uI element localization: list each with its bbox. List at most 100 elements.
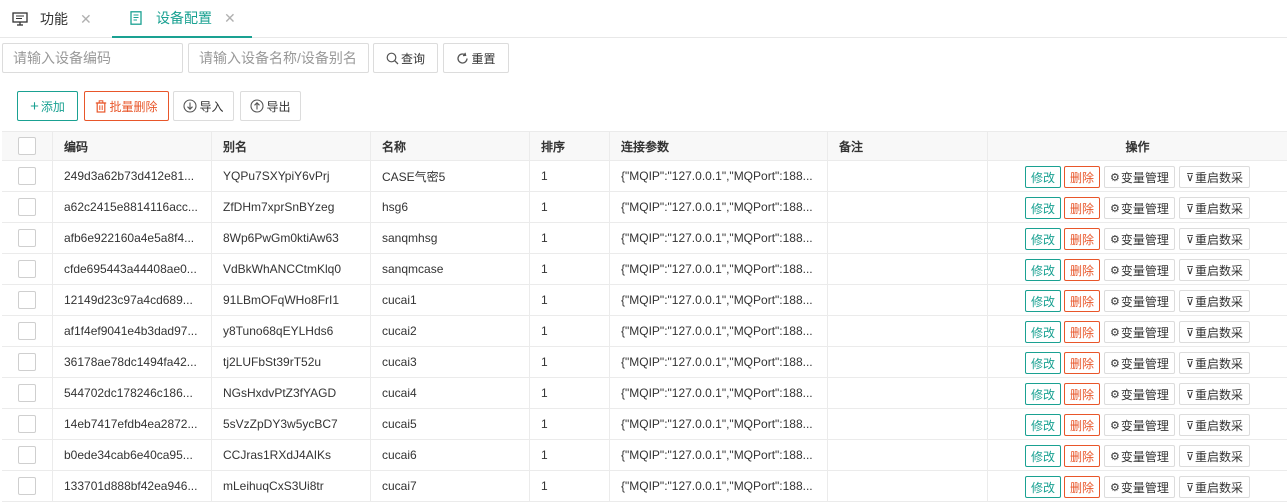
delete-button[interactable]: 删除 — [1064, 383, 1100, 405]
row-checkbox[interactable] — [18, 353, 36, 371]
table-row[interactable]: 249d3a62b73d412e81... YQPu7SXYpiY6vPrj C… — [2, 161, 1287, 192]
device-name-input[interactable] — [188, 43, 369, 73]
table-row[interactable]: afb6e922160a4e5a8f4... 8Wp6PwGm0ktiAw63 … — [2, 223, 1287, 254]
restart-collect-button[interactable]: ⊽ 重启数采 — [1179, 352, 1250, 374]
delete-button[interactable]: 删除 — [1064, 445, 1100, 467]
row-actions: 修改 删除 ⚙ 变量管理 ⊽ 重启数采 — [988, 409, 1287, 439]
table-row[interactable]: 544702dc178246c186... NGsHxdvPtZ3fYAGD c… — [2, 378, 1287, 409]
edit-button[interactable]: 修改 — [1025, 445, 1061, 467]
restart-collect-label: 重启数采 — [1195, 201, 1244, 216]
variable-manage-button[interactable]: ⚙ 变量管理 — [1104, 166, 1175, 188]
variable-manage-button[interactable]: ⚙ 变量管理 — [1104, 321, 1175, 343]
cell-alias: ZfDHm7xprSnBYzeg — [212, 192, 371, 222]
edit-button[interactable]: 修改 — [1025, 414, 1061, 436]
restart-collect-button[interactable]: ⊽ 重启数采 — [1179, 197, 1250, 219]
header-code[interactable]: 编码 — [53, 132, 212, 160]
row-checkbox[interactable] — [18, 198, 36, 216]
restart-collect-button[interactable]: ⊽ 重启数采 — [1179, 166, 1250, 188]
query-button[interactable]: 查询 — [373, 43, 438, 73]
delete-button[interactable]: 删除 — [1064, 414, 1100, 436]
row-checkbox[interactable] — [18, 260, 36, 278]
row-checkbox[interactable] — [18, 167, 36, 185]
table-row[interactable]: a62c2415e8814116acc... ZfDHm7xprSnBYzeg … — [2, 192, 1287, 223]
row-checkbox[interactable] — [18, 229, 36, 247]
restart-collect-button[interactable]: ⊽ 重启数采 — [1179, 476, 1250, 498]
tab-functions[interactable]: 功能 ✕ — [12, 0, 92, 38]
edit-button[interactable]: 修改 — [1025, 352, 1061, 374]
row-checkbox[interactable] — [18, 291, 36, 309]
row-checkbox[interactable] — [18, 415, 36, 433]
device-code-input[interactable] — [2, 43, 183, 73]
close-icon[interactable]: ✕ — [80, 11, 92, 28]
filter-icon: ⊽ — [1185, 450, 1195, 463]
header-order[interactable]: 排序 — [530, 132, 610, 160]
import-button[interactable]: 导入 — [173, 91, 234, 121]
edit-button[interactable]: 修改 — [1025, 290, 1061, 312]
edit-button[interactable]: 修改 — [1025, 197, 1061, 219]
variable-manage-button[interactable]: ⚙ 变量管理 — [1104, 476, 1175, 498]
cell-code: 14eb7417efdb4ea2872... — [53, 409, 212, 439]
edit-button[interactable]: 修改 — [1025, 166, 1061, 188]
select-all-checkbox[interactable] — [18, 137, 36, 155]
edit-button[interactable]: 修改 — [1025, 228, 1061, 250]
delete-button[interactable]: 删除 — [1064, 476, 1100, 498]
row-checkbox[interactable] — [18, 446, 36, 464]
table-row[interactable]: b0ede34cab6e40ca95... CCJras1RXdJ4AIKs c… — [2, 440, 1287, 471]
restart-collect-button[interactable]: ⊽ 重启数采 — [1179, 321, 1250, 343]
variable-manage-button[interactable]: ⚙ 变量管理 — [1104, 383, 1175, 405]
delete-button[interactable]: 删除 — [1064, 166, 1100, 188]
table-row[interactable]: 14eb7417efdb4ea2872... 5sVzZpDY3w5ycBC7 … — [2, 409, 1287, 440]
header-alias[interactable]: 别名 — [212, 132, 371, 160]
restart-collect-button[interactable]: ⊽ 重启数采 — [1179, 290, 1250, 312]
edit-button[interactable]: 修改 — [1025, 476, 1061, 498]
edit-button[interactable]: 修改 — [1025, 321, 1061, 343]
restart-collect-button[interactable]: ⊽ 重启数采 — [1179, 414, 1250, 436]
delete-button[interactable]: 删除 — [1064, 290, 1100, 312]
export-button[interactable]: 导出 — [240, 91, 301, 121]
edit-button[interactable]: 修改 — [1025, 259, 1061, 281]
variable-manage-button[interactable]: ⚙ 变量管理 — [1104, 228, 1175, 250]
delete-button[interactable]: 删除 — [1064, 197, 1100, 219]
delete-button[interactable]: 删除 — [1064, 352, 1100, 374]
restart-collect-button[interactable]: ⊽ 重启数采 — [1179, 228, 1250, 250]
table-row[interactable]: 36178ae78dc1494fa42... tj2LUFbSt39rT52u … — [2, 347, 1287, 378]
variable-manage-button[interactable]: ⚙ 变量管理 — [1104, 352, 1175, 374]
filter-icon: ⊽ — [1185, 233, 1195, 246]
table-row[interactable]: 12149d23c97a4cd689... 91LBmOFqWHo8FrI1 c… — [2, 285, 1287, 316]
cell-order: 1 — [530, 347, 610, 377]
close-icon[interactable]: ✕ — [224, 10, 236, 27]
row-checkbox[interactable] — [18, 322, 36, 340]
gear-icon: ⚙ — [1110, 481, 1120, 494]
row-checkbox[interactable] — [18, 477, 36, 495]
variable-manage-button[interactable]: ⚙ 变量管理 — [1104, 259, 1175, 281]
restart-collect-button[interactable]: ⊽ 重启数采 — [1179, 383, 1250, 405]
variable-manage-button[interactable]: ⚙ 变量管理 — [1104, 445, 1175, 467]
add-button[interactable]: + 添加 — [17, 91, 78, 121]
header-name[interactable]: 名称 — [371, 132, 530, 160]
header-remark[interactable]: 备注 — [828, 132, 988, 160]
delete-button[interactable]: 删除 — [1064, 321, 1100, 343]
table-row[interactable]: af1f4ef9041e4b3dad97... y8Tuno68qEYLHds6… — [2, 316, 1287, 347]
tab-device-config[interactable]: 设备配置 ✕ — [112, 0, 252, 38]
variable-manage-label: 变量管理 — [1120, 232, 1169, 247]
variable-manage-button[interactable]: ⚙ 变量管理 — [1104, 414, 1175, 436]
row-checkbox[interactable] — [18, 384, 36, 402]
restart-collect-button[interactable]: ⊽ 重启数采 — [1179, 445, 1250, 467]
table-row[interactable]: cfde695443a44408ae0... VdBkWhANCCtmKlq0 … — [2, 254, 1287, 285]
gear-icon: ⚙ — [1110, 419, 1120, 432]
cell-remark — [828, 440, 988, 470]
batch-delete-button[interactable]: 批量删除 — [84, 91, 169, 121]
restart-collect-button[interactable]: ⊽ 重启数采 — [1179, 259, 1250, 281]
variable-manage-button[interactable]: ⚙ 变量管理 — [1104, 197, 1175, 219]
delete-button[interactable]: 删除 — [1064, 228, 1100, 250]
row-select-cell — [2, 223, 53, 253]
header-params[interactable]: 连接参数 — [610, 132, 828, 160]
row-actions: 修改 删除 ⚙ 变量管理 ⊽ 重启数采 — [988, 223, 1287, 253]
table-row[interactable]: 133701d888bf42ea946... mLeihuqCxS3Ui8tr … — [2, 471, 1287, 502]
edit-button[interactable]: 修改 — [1025, 383, 1061, 405]
cell-code: b0ede34cab6e40ca95... — [53, 440, 212, 470]
variable-manage-button[interactable]: ⚙ 变量管理 — [1104, 290, 1175, 312]
reset-button[interactable]: 重置 — [443, 43, 509, 73]
variable-manage-label: 变量管理 — [1120, 387, 1169, 402]
delete-button[interactable]: 删除 — [1064, 259, 1100, 281]
